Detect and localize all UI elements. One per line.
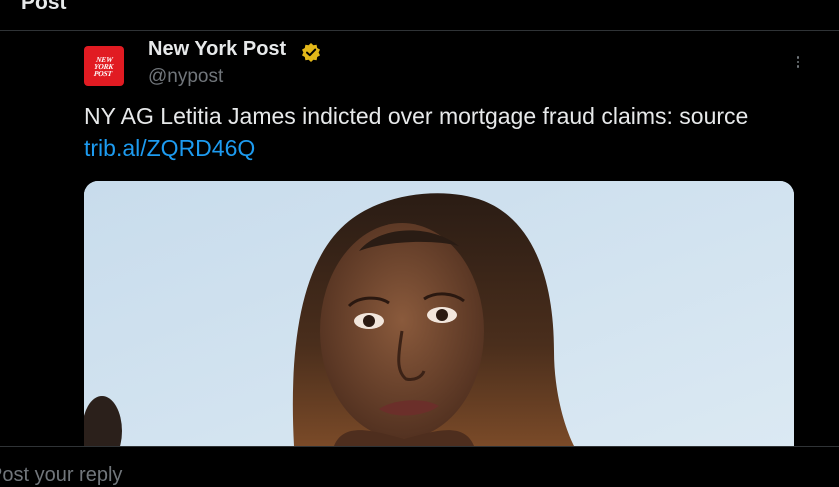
reply-bar: Post your reply	[0, 446, 839, 486]
tweet-link[interactable]: trib.al/ZQRD46Q	[84, 135, 255, 161]
more-options-icon[interactable]	[788, 52, 808, 72]
page-header: Post	[0, 0, 839, 31]
verified-badge-icon	[302, 43, 320, 62]
photo-illustration	[84, 181, 794, 446]
display-name[interactable]: New York Post	[148, 38, 286, 61]
user-handle[interactable]: @nypost	[148, 66, 223, 88]
avatar[interactable]: NEW YORK POST	[84, 46, 124, 86]
tweet-text: NY AG Letitia James indicted over mortga…	[84, 100, 784, 164]
page-title: Post	[21, 0, 67, 14]
reply-input[interactable]: Post your reply	[0, 464, 122, 487]
tweet-media-image[interactable]	[84, 181, 794, 446]
tweet-body-text: NY AG Letitia James indicted over mortga…	[84, 103, 749, 129]
avatar-logo-text: NEW YORK POST	[93, 54, 115, 78]
